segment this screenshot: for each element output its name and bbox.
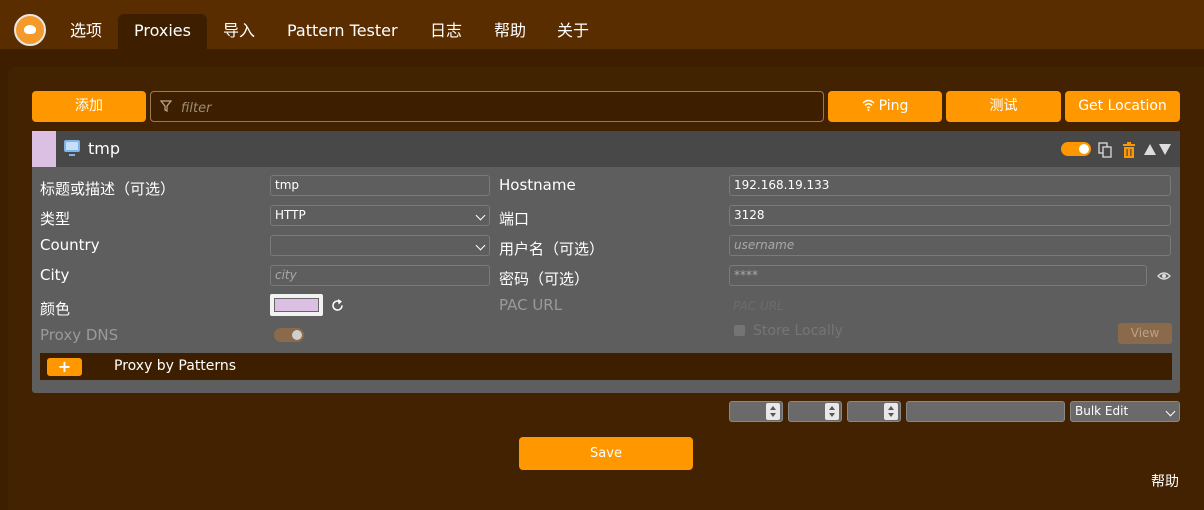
filter-icon — [160, 100, 172, 112]
save-button[interactable]: Save — [519, 437, 693, 470]
tab-help[interactable]: 帮助 — [494, 14, 526, 49]
username-label: 用户名（可选） — [499, 240, 605, 258]
wifi-icon — [862, 99, 875, 111]
type-label: 类型 — [40, 210, 71, 228]
bulk-edit-select[interactable]: Bulk Edit — [1070, 401, 1180, 422]
reset-color-icon[interactable] — [330, 298, 345, 313]
hostname-field[interactable]: 192.168.19.133 — [729, 175, 1171, 196]
store-locally-checkbox[interactable] — [734, 325, 745, 336]
move-up-icon[interactable] — [1143, 143, 1157, 156]
tab-proxies[interactable]: Proxies — [118, 14, 207, 49]
proxy-color-strip — [32, 131, 56, 167]
tab-import[interactable]: 导入 — [223, 14, 255, 49]
country-select[interactable] — [270, 235, 490, 256]
proxy-dns-label: Proxy DNS — [40, 326, 119, 344]
proxy-enable-toggle[interactable] — [1061, 142, 1091, 156]
username-field[interactable]: username — [729, 235, 1171, 256]
help-link[interactable]: 帮助 — [1151, 471, 1179, 491]
view-button[interactable]: View — [1118, 323, 1172, 344]
bulk-text-input[interactable] — [906, 401, 1065, 422]
delete-icon[interactable] — [1122, 142, 1136, 158]
patterns-label: Proxy by Patterns — [114, 358, 237, 374]
filter-field[interactable] — [150, 91, 824, 122]
get-location-button[interactable]: Get Location — [1065, 91, 1180, 122]
tab-options[interactable]: 选项 — [70, 14, 102, 49]
country-label: Country — [40, 236, 100, 254]
hostname-label: Hostname — [499, 176, 576, 194]
chevron-down-icon — [475, 210, 486, 221]
port-label: 端口 — [499, 210, 530, 228]
ping-label: Ping — [878, 98, 909, 114]
bulk-number-input-2[interactable] — [788, 401, 842, 422]
bulk-edit-value: Bulk Edit — [1075, 404, 1129, 418]
tab-about[interactable]: 关于 — [557, 14, 589, 49]
port-field[interactable]: 3128 — [729, 205, 1171, 226]
tab-log[interactable]: 日志 — [430, 14, 462, 49]
fox-logo-icon — [14, 14, 46, 46]
chevron-down-icon — [1165, 406, 1176, 417]
filter-input[interactable] — [179, 97, 813, 119]
password-label: 密码（可选） — [499, 270, 590, 288]
test-button[interactable]: 测试 — [946, 91, 1061, 122]
city-field[interactable]: city — [270, 265, 490, 286]
color-label: 颜色 — [40, 300, 71, 318]
bulk-number-input-3[interactable] — [847, 401, 901, 422]
eye-icon[interactable] — [1157, 271, 1171, 281]
color-picker[interactable] — [270, 294, 323, 316]
patterns-bar: + Proxy by Patterns — [40, 353, 1172, 380]
add-button[interactable]: 添加 — [32, 91, 146, 122]
duplicate-icon[interactable] — [1098, 142, 1112, 158]
chevron-down-icon — [475, 240, 486, 251]
bulk-number-input-1[interactable] — [729, 401, 783, 422]
city-label: City — [40, 266, 70, 284]
password-field[interactable]: **** — [729, 265, 1147, 286]
computer-icon — [64, 140, 80, 156]
add-pattern-button[interactable]: + — [47, 358, 82, 376]
pac-url-field[interactable]: PAC URL — [733, 299, 784, 313]
tab-pattern-tester[interactable]: Pattern Tester — [287, 14, 398, 49]
title-field[interactable]: tmp — [270, 175, 490, 196]
move-down-icon[interactable] — [1158, 143, 1172, 156]
type-select-value: HTTP — [275, 208, 306, 222]
title-label: 标题或描述（可选） — [40, 180, 176, 198]
proxy-dns-toggle[interactable] — [274, 328, 304, 342]
proxy-card-header[interactable]: tmp — [32, 131, 1180, 167]
ping-button[interactable]: Ping — [828, 91, 942, 122]
store-locally-label: Store Locally — [753, 323, 843, 339]
top-nav: 选项 Proxies 导入 Pattern Tester 日志 帮助 关于 — [0, 0, 1204, 49]
proxy-title: tmp — [88, 139, 121, 158]
type-select[interactable]: HTTP — [270, 205, 490, 226]
pac-url-label: PAC URL — [499, 296, 563, 314]
